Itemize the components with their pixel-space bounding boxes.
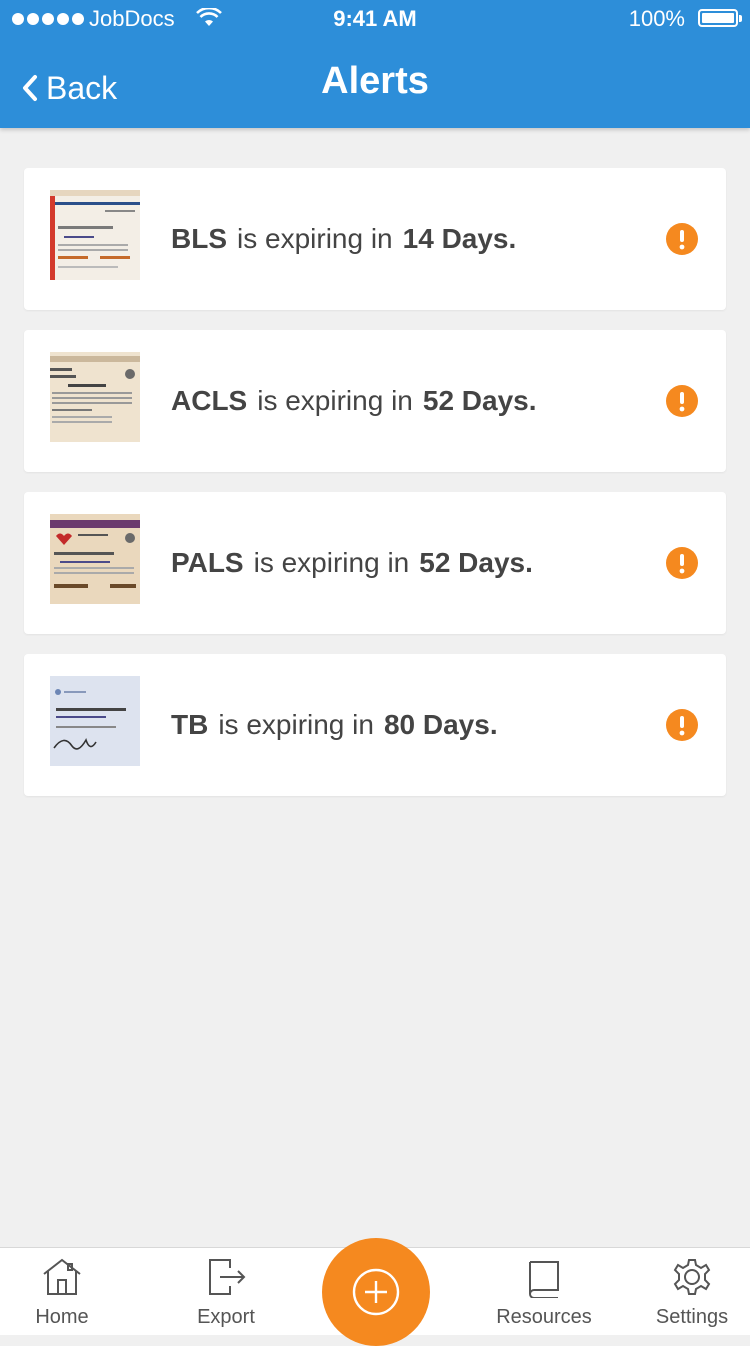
status-bar: JobDocs 9:41 AM 100% (0, 0, 750, 40)
document-thumbnail (50, 352, 140, 442)
credential-name: ACLS (171, 385, 248, 416)
alert-message: TB is expiring in 80 Days. (171, 654, 498, 796)
days-remaining: 52 Days. (422, 385, 537, 416)
alert-card-tb[interactable]: TB is expiring in 80 Days. (24, 654, 726, 796)
resources-icon (529, 1261, 559, 1298)
alert-icon (666, 547, 698, 579)
alert-icon (666, 709, 698, 741)
alert-icon (666, 223, 698, 255)
alert-message: ACLS is expiring in 52 Days. (171, 330, 537, 472)
tab-export[interactable]: Export (176, 1248, 276, 1335)
tab-home-label: Home (35, 1306, 89, 1328)
document-thumbnail (50, 190, 140, 280)
tab-export-label: Export (197, 1306, 255, 1328)
alert-text: is expiring in (237, 223, 393, 254)
tab-resources-label: Resources (496, 1306, 592, 1328)
alert-card-pals[interactable]: PALS is expiring in 52 Days. (24, 492, 726, 634)
document-thumbnail (50, 676, 140, 766)
alert-text: is expiring in (218, 709, 374, 740)
tab-settings-label: Settings (655, 1306, 729, 1328)
alert-card-bls[interactable]: BLS is expiring in 14 Days. (24, 168, 726, 310)
alert-text: is expiring in (257, 385, 413, 416)
alert-message: PALS is expiring in 52 Days. (171, 492, 533, 634)
top-bar: JobDocs 9:41 AM 100% Back Alerts (0, 0, 750, 128)
tab-settings[interactable]: Settings (642, 1248, 742, 1335)
document-thumbnail (50, 514, 140, 604)
alert-text: is expiring in (253, 547, 410, 578)
battery-percent: 100% (628, 6, 685, 31)
alert-icon (666, 385, 698, 417)
export-icon (209, 1259, 246, 1295)
days-remaining: 14 Days. (402, 223, 517, 254)
home-icon (43, 1258, 81, 1295)
page-title: Alerts (321, 60, 429, 102)
days-remaining: 52 Days. (419, 547, 533, 578)
credential-name: PALS (171, 547, 244, 578)
add-icon (352, 1268, 400, 1316)
credential-name: TB (171, 709, 209, 740)
tab-home[interactable]: Home (12, 1248, 112, 1335)
battery-icon (698, 9, 742, 27)
credential-name: BLS (171, 223, 227, 254)
days-remaining: 80 Days. (383, 709, 498, 740)
alert-card-acls[interactable]: ACLS is expiring in 52 Days. (24, 330, 726, 472)
add-button[interactable] (322, 1238, 430, 1346)
alert-message: BLS is expiring in 14 Days. (171, 168, 516, 310)
tab-resources[interactable]: Resources (484, 1248, 604, 1335)
settings-icon (673, 1259, 711, 1295)
